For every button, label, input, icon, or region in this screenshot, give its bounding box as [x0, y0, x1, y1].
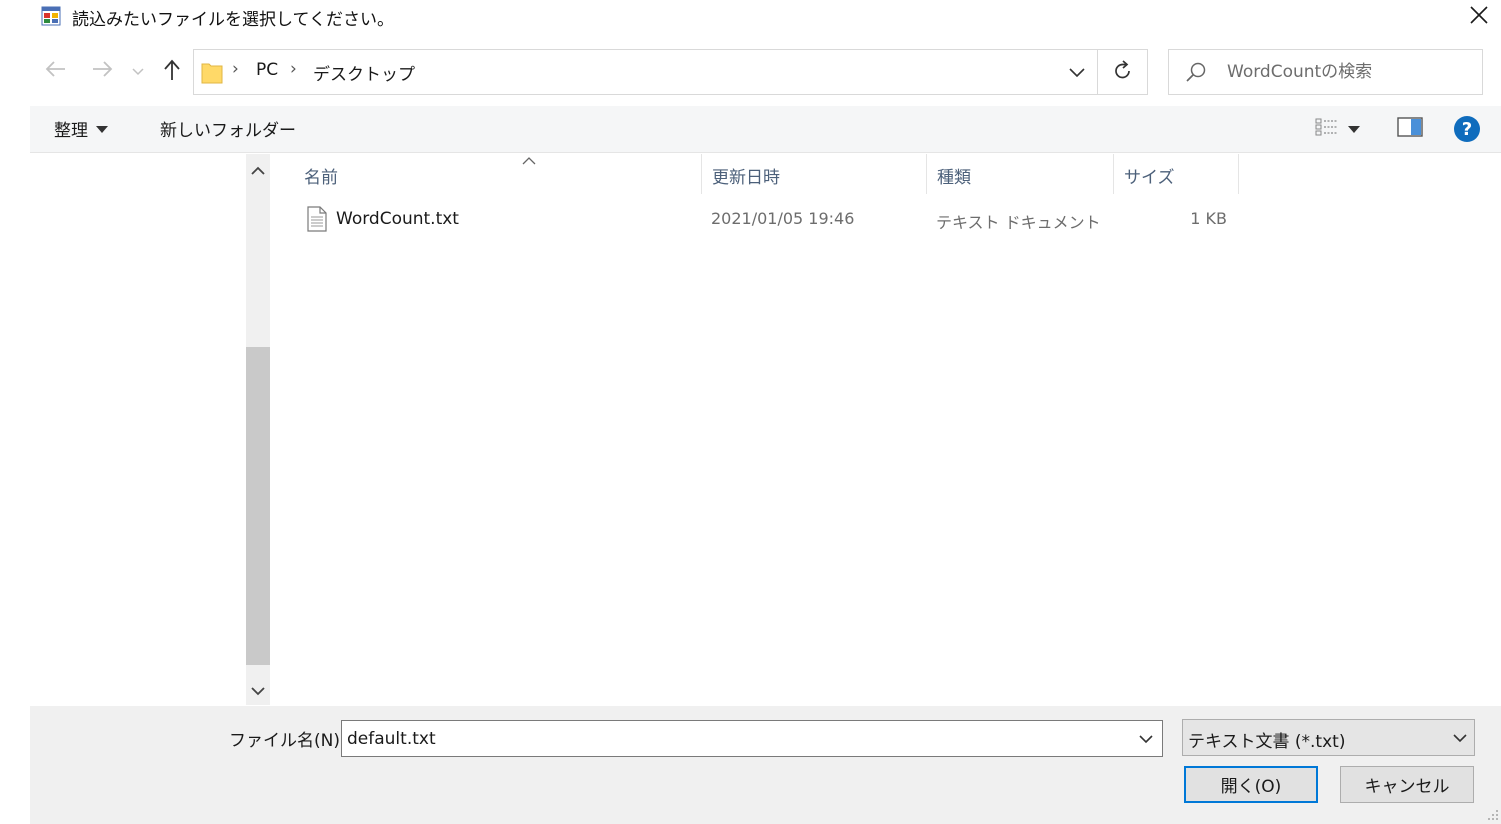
new-folder-button[interactable]: 新しいフォルダー	[160, 116, 296, 141]
details-view-icon	[1314, 117, 1342, 142]
arrow-left-icon	[45, 60, 67, 83]
breadcrumb-separator: ›	[232, 59, 239, 79]
column-header-type[interactable]: 種類	[937, 154, 1112, 194]
scroll-down-button[interactable]	[246, 676, 270, 706]
preview-pane-icon	[1397, 116, 1423, 142]
form-app-icon	[41, 6, 61, 26]
file-type: テキスト ドキュメント	[936, 213, 1101, 232]
back-button[interactable]	[42, 57, 70, 85]
cancel-button[interactable]: キャンセル	[1340, 766, 1474, 803]
close-button[interactable]	[1462, 2, 1496, 32]
filename-combobox[interactable]	[341, 720, 1163, 757]
file-type-filter-select[interactable]: テキスト文書 (*.txt)	[1182, 719, 1475, 756]
arrow-right-icon	[91, 60, 113, 83]
column-header-modified[interactable]: 更新日時	[712, 154, 924, 194]
filename-dropdown-button[interactable]	[1130, 721, 1162, 756]
column-header-name[interactable]: 名前	[304, 154, 700, 194]
column-label-type: 種類	[937, 168, 971, 188]
forward-button[interactable]	[88, 57, 116, 85]
recent-locations-button[interactable]	[127, 57, 149, 85]
filename-input[interactable]	[347, 727, 1117, 751]
column-label-size: サイズ	[1124, 168, 1175, 188]
navigation-scrollbar[interactable]	[246, 154, 270, 705]
search-box[interactable]	[1168, 49, 1483, 95]
scroll-thumb[interactable]	[246, 347, 270, 665]
help-icon: ?	[1454, 116, 1480, 142]
open-button[interactable]: 開く(O)	[1184, 766, 1318, 803]
filter-dropdown-arrow	[1445, 720, 1475, 755]
up-button[interactable]	[158, 58, 186, 86]
column-header-size[interactable]: サイズ	[1124, 154, 1236, 194]
column-label-name: 名前	[304, 168, 338, 188]
refresh-button[interactable]	[1098, 50, 1148, 94]
close-icon	[1470, 5, 1488, 29]
help-button[interactable]: ?	[1450, 114, 1484, 144]
chevron-down-icon	[1069, 62, 1085, 82]
open-button-label: 開く(O)	[1220, 777, 1282, 797]
file-name: WordCount.txt	[336, 209, 459, 229]
file-modified: 2021/01/05 19:46	[711, 209, 855, 228]
command-toolbar: 整理 新しいフォルダー ?	[30, 106, 1501, 153]
title-bar: 読込みたいファイルを選択してください。	[0, 0, 1501, 34]
organize-menu-button[interactable]: 整理	[54, 116, 108, 141]
search-icon	[1185, 61, 1207, 88]
organize-label: 整理	[54, 121, 88, 141]
address-history-dropdown[interactable]	[1056, 50, 1098, 94]
chevron-down-icon	[132, 61, 144, 81]
chevron-up-icon	[251, 161, 265, 181]
caret-down-icon	[1348, 119, 1360, 139]
folder-icon	[201, 60, 223, 89]
refresh-icon	[1114, 59, 1132, 85]
chevron-down-icon	[1453, 728, 1467, 748]
caret-down-icon	[96, 119, 108, 139]
file-row[interactable]: WordCount.txt 2021/01/05 19:46 テキスト ドキュメ…	[301, 200, 1241, 240]
scroll-up-button[interactable]	[246, 156, 270, 186]
text-file-icon	[307, 206, 327, 237]
chevron-down-icon	[1139, 729, 1153, 749]
file-list-pane[interactable]: 名前 更新日時 種類 サイズ WordCount.txt 2021/01/05 …	[271, 154, 1501, 705]
column-divider[interactable]	[1113, 154, 1114, 194]
breadcrumb-desktop[interactable]: デスクトップ	[313, 60, 415, 85]
navigation-pane[interactable]	[30, 154, 246, 705]
column-divider[interactable]	[701, 154, 702, 194]
window-title: 読込みたいファイルを選択してください。	[72, 10, 394, 30]
column-divider[interactable]	[1238, 154, 1239, 194]
column-label-modified: 更新日時	[712, 168, 780, 188]
arrow-up-icon	[163, 59, 181, 86]
dialog-footer: ファイル名(N): テキスト文書 (*.txt) 開く(O) キャンセル	[30, 706, 1501, 824]
preview-pane-button[interactable]	[1390, 114, 1430, 144]
file-size: 1 KB	[1190, 209, 1227, 228]
breadcrumb-pc[interactable]: PC	[256, 60, 278, 80]
sort-ascending-icon	[522, 150, 536, 170]
address-bar[interactable]: › PC › デスクトップ	[193, 49, 1148, 95]
chevron-down-icon	[251, 681, 265, 701]
resize-grip-icon[interactable]	[1485, 806, 1499, 820]
filename-label: ファイル名(N):	[229, 731, 346, 751]
column-divider[interactable]	[926, 154, 927, 194]
file-type-filter-value: テキスト文書 (*.txt)	[1188, 732, 1346, 752]
new-folder-label: 新しいフォルダー	[160, 121, 296, 141]
search-input[interactable]	[1227, 58, 1472, 86]
cancel-button-label: キャンセル	[1364, 777, 1450, 797]
change-view-button[interactable]	[1308, 114, 1366, 144]
breadcrumb-separator: ›	[290, 59, 297, 79]
